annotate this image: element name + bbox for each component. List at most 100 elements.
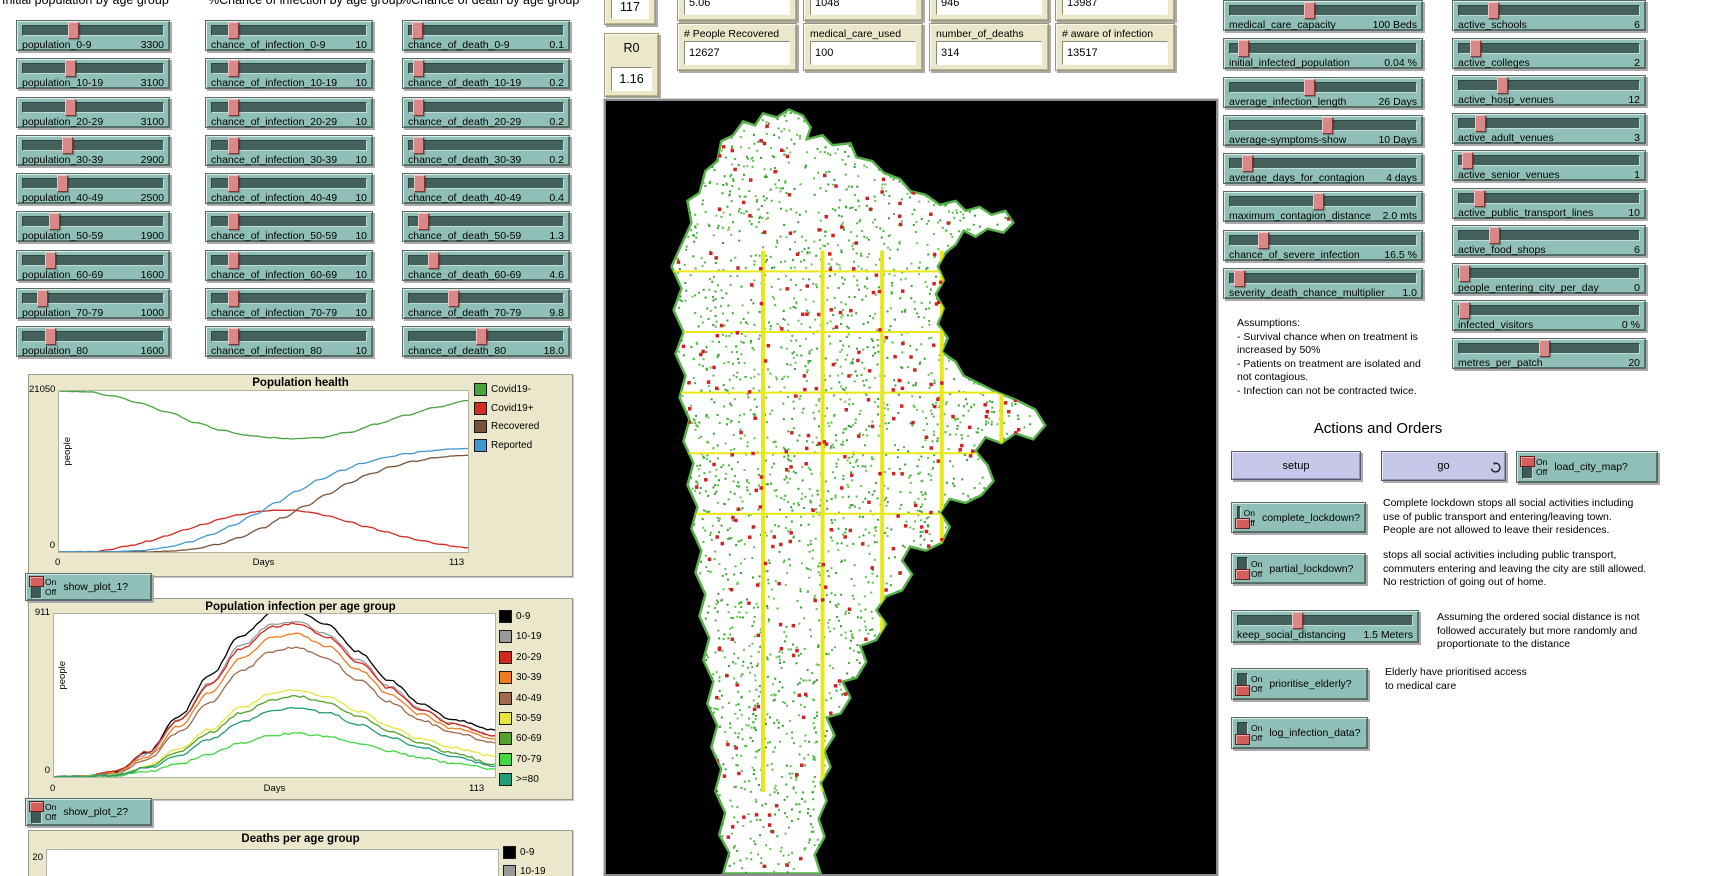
- slider-thumb[interactable]: [62, 137, 73, 154]
- slider-track[interactable]: [1458, 155, 1640, 166]
- slider-thumb[interactable]: [414, 175, 425, 192]
- slider-track[interactable]: [408, 331, 564, 342]
- slider-track[interactable]: [1229, 158, 1417, 169]
- slider-thumb[interactable]: [228, 175, 239, 192]
- slider-track[interactable]: [211, 63, 367, 74]
- slider[interactable]: chance_of_infection_8010: [205, 326, 373, 357]
- slider-track[interactable]: [1458, 43, 1640, 54]
- slider-thumb[interactable]: [1489, 227, 1500, 244]
- slider-track[interactable]: [1229, 235, 1417, 246]
- slider-track[interactable]: [408, 178, 564, 189]
- slider-thumb[interactable]: [1474, 190, 1485, 207]
- slider[interactable]: chance_of_death_0-90.1: [402, 20, 570, 51]
- slider-thumb[interactable]: [413, 60, 424, 77]
- slider-thumb[interactable]: [1242, 155, 1253, 172]
- slider[interactable]: population_10-193100: [16, 58, 170, 89]
- slider-track[interactable]: [211, 102, 367, 113]
- slider-thumb[interactable]: [228, 213, 239, 230]
- slider-track[interactable]: [22, 293, 164, 304]
- slider[interactable]: active_public_transport_lines10: [1452, 188, 1646, 219]
- slider-thumb[interactable]: [45, 252, 56, 269]
- slider[interactable]: chance_of_death_40-490.4: [402, 173, 570, 204]
- slider[interactable]: people_entering_city_per_day0: [1452, 263, 1646, 294]
- slider-thumb[interactable]: [65, 99, 76, 116]
- slider[interactable]: chance_of_death_10-190.2: [402, 58, 570, 89]
- slider-thumb[interactable]: [49, 213, 60, 230]
- slider-track[interactable]: [211, 178, 367, 189]
- slider[interactable]: population_40-492500: [16, 173, 170, 204]
- slider-thumb[interactable]: [1539, 340, 1550, 357]
- slider[interactable]: population_70-791000: [16, 288, 170, 319]
- slider[interactable]: active_colleges2: [1452, 38, 1646, 69]
- slider[interactable]: chance_of_infection_70-7910: [205, 288, 373, 319]
- slider-thumb[interactable]: [1258, 232, 1269, 249]
- slider-track[interactable]: [408, 216, 564, 227]
- slider-track[interactable]: [408, 255, 564, 266]
- toggle-track[interactable]: [31, 801, 42, 824]
- slider-thumb[interactable]: [1459, 265, 1470, 282]
- slider-thumb[interactable]: [1322, 117, 1333, 134]
- slider-thumb[interactable]: [412, 22, 423, 39]
- slider-track[interactable]: [1229, 43, 1417, 54]
- slider-thumb[interactable]: [1304, 2, 1315, 19]
- slider[interactable]: active_hosp_venues12: [1452, 75, 1646, 106]
- slider-track[interactable]: [1458, 268, 1640, 279]
- slider-track[interactable]: [22, 102, 164, 113]
- slider-track[interactable]: [211, 255, 367, 266]
- slider-thumb[interactable]: [1292, 612, 1303, 629]
- slider-thumb[interactable]: [413, 137, 424, 154]
- slider-track[interactable]: [1229, 196, 1417, 207]
- slider[interactable]: chance_of_infection_10-1910: [205, 58, 373, 89]
- slider[interactable]: population_801600: [16, 326, 170, 357]
- toggle-show-plot-2[interactable]: OnOff show_plot_2?: [25, 798, 152, 826]
- slider-track[interactable]: [1229, 82, 1417, 93]
- slider-thumb[interactable]: [68, 22, 79, 39]
- slider-track[interactable]: [1458, 118, 1640, 129]
- slider-thumb[interactable]: [1462, 152, 1473, 169]
- slider-thumb[interactable]: [1238, 40, 1249, 57]
- slider-thumb[interactable]: [228, 22, 239, 39]
- setup-button[interactable]: setup: [1231, 451, 1361, 480]
- slider-thumb[interactable]: [1488, 2, 1499, 19]
- slider-thumb[interactable]: [57, 175, 68, 192]
- keep-social-distancing-slider[interactable]: keep_social_distancing1.5 Meters: [1231, 610, 1419, 643]
- toggle-track[interactable]: [1522, 456, 1533, 479]
- slider[interactable]: average-symptoms-show10 Days: [1223, 115, 1423, 146]
- slider[interactable]: chance_of_death_30-390.2: [402, 135, 570, 166]
- toggle-knob[interactable]: [1235, 569, 1250, 580]
- slider-thumb[interactable]: [228, 99, 239, 116]
- slider-thumb[interactable]: [228, 290, 239, 307]
- slider-track[interactable]: [22, 178, 164, 189]
- slider-track[interactable]: [211, 216, 367, 227]
- slider-track[interactable]: [1458, 193, 1640, 204]
- toggle-knob[interactable]: [1235, 734, 1250, 745]
- slider-track[interactable]: [22, 331, 164, 342]
- toggle-knob[interactable]: [1235, 518, 1250, 529]
- slider-thumb[interactable]: [45, 328, 56, 345]
- toggle-log-infection-data[interactable]: OnOff log_infection_data?: [1231, 717, 1368, 749]
- slider-thumb[interactable]: [1470, 40, 1481, 57]
- slider[interactable]: chance_of_death_8018.0: [402, 326, 570, 357]
- slider[interactable]: chance_of_death_50-591.3: [402, 211, 570, 242]
- slider-thumb[interactable]: [413, 99, 424, 116]
- slider[interactable]: population_30-392900: [16, 135, 170, 166]
- toggle-knob[interactable]: [29, 576, 44, 587]
- slider-thumb[interactable]: [1497, 77, 1508, 94]
- toggle-track[interactable]: [1237, 722, 1248, 745]
- toggle-partial-lockdown[interactable]: OnOff partial_lockdown?: [1231, 553, 1366, 584]
- slider[interactable]: population_60-691600: [16, 250, 170, 281]
- slider-thumb[interactable]: [228, 137, 239, 154]
- slider[interactable]: active_food_shops6: [1452, 225, 1646, 256]
- toggle-track[interactable]: [1237, 673, 1248, 696]
- slider-track[interactable]: [22, 216, 164, 227]
- slider[interactable]: chance_of_severe_infection16.5 %: [1223, 230, 1423, 261]
- slider[interactable]: population_0-93300: [16, 20, 170, 51]
- slider-track[interactable]: [1229, 273, 1417, 284]
- slider-track[interactable]: [1458, 80, 1640, 91]
- slider[interactable]: population_20-293100: [16, 97, 170, 128]
- toggle-knob[interactable]: [1235, 685, 1250, 696]
- slider-thumb[interactable]: [1304, 79, 1315, 96]
- slider-track[interactable]: [211, 140, 367, 151]
- slider-thumb[interactable]: [1313, 193, 1324, 210]
- slider-thumb[interactable]: [1234, 270, 1245, 287]
